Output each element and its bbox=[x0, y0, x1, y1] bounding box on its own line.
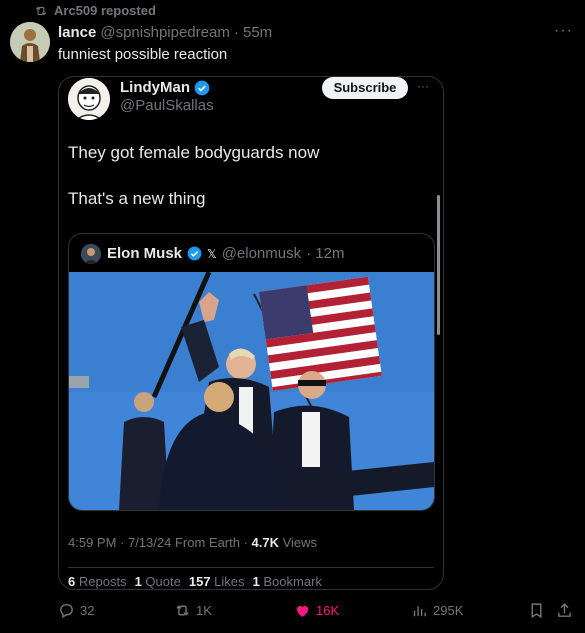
quoted-author-name[interactable]: LindyMan bbox=[120, 79, 210, 96]
reply-button[interactable]: 32 bbox=[58, 602, 94, 619]
like-button[interactable]: 16K bbox=[294, 602, 339, 619]
inner-post-time[interactable]: · 12m bbox=[306, 245, 344, 262]
stat-likes[interactable]: 157 Likes bbox=[189, 574, 245, 589]
timestamp-text: 4:59 PM · 7/13/24 From Earth · bbox=[68, 535, 252, 550]
inner-author-name[interactable]: Elon Musk bbox=[107, 245, 182, 262]
views-label: Views bbox=[279, 535, 318, 550]
post-author: lance @spnishpipedream · 55m bbox=[58, 24, 272, 41]
quoted-stats: 6 Reposts 1 Quote 157 Likes 1 Bookmark bbox=[68, 574, 322, 589]
verified-badge-icon bbox=[187, 246, 202, 261]
divider bbox=[68, 567, 434, 568]
bookmark-button[interactable] bbox=[528, 602, 545, 619]
inner-author-handle[interactable]: @elonmusk bbox=[222, 245, 301, 262]
quoted-author-handle[interactable]: @PaulSkallas bbox=[120, 97, 214, 114]
repost-icon bbox=[35, 6, 47, 15]
author-handle[interactable]: @spnishpipedream bbox=[100, 24, 229, 41]
quoted-name-text: LindyMan bbox=[120, 79, 190, 96]
quoted-text-line-1: They got female bodyguards now bbox=[68, 143, 320, 162]
inner-avatar[interactable] bbox=[81, 244, 101, 264]
like-count: 16K bbox=[316, 603, 340, 618]
quoted-more-icon[interactable]: ··· bbox=[417, 79, 429, 93]
share-button[interactable] bbox=[556, 602, 573, 619]
stat-quotes[interactable]: 1 Quote bbox=[135, 574, 181, 589]
reply-count: 32 bbox=[80, 603, 95, 618]
quoted-tweet-card[interactable]: LindyMan @PaulSkallas Subscribe ··· They… bbox=[58, 76, 444, 590]
avatar[interactable] bbox=[10, 22, 50, 62]
heart-icon bbox=[296, 605, 309, 617]
repost-button[interactable]: 1K bbox=[174, 602, 212, 619]
repost-indicator[interactable]: Arc509 reposted bbox=[34, 3, 156, 18]
quoted-timestamp: 4:59 PM · 7/13/24 From Earth · 4.7K View… bbox=[68, 535, 317, 550]
quoted-text-line-2: That's a new thing bbox=[68, 189, 206, 208]
post-time[interactable]: · 55m bbox=[234, 24, 272, 41]
bookmark-icon bbox=[531, 603, 542, 619]
stat-reposts[interactable]: 6 Reposts bbox=[68, 574, 127, 589]
post-text: funniest possible reaction bbox=[58, 46, 228, 63]
views-count-action: 295K bbox=[433, 603, 464, 618]
reply-icon bbox=[60, 604, 73, 619]
quoted-avatar[interactable] bbox=[68, 78, 110, 120]
author-name[interactable]: lance bbox=[58, 24, 96, 41]
news-photo[interactable] bbox=[69, 272, 434, 510]
action-bar: 32 1K 16K 295K bbox=[58, 602, 576, 620]
stat-bookmarks[interactable]: 1 Bookmark bbox=[253, 574, 322, 589]
views-button[interactable]: 295K bbox=[411, 602, 463, 619]
share-icon bbox=[558, 603, 571, 617]
subscribe-button[interactable]: Subscribe bbox=[322, 77, 408, 99]
repost-text: Arc509 reposted bbox=[54, 3, 156, 18]
repost-count: 1K bbox=[196, 603, 212, 618]
more-options-icon[interactable]: ··· bbox=[554, 22, 573, 40]
analytics-icon bbox=[413, 606, 426, 617]
repost-icon bbox=[176, 605, 189, 616]
inner-quoted-tweet[interactable]: Elon Musk 𝕏 @elonmusk · 12m bbox=[68, 233, 435, 511]
x-logo-icon: 𝕏 bbox=[207, 246, 217, 261]
verified-badge-icon bbox=[194, 80, 210, 95]
views-count: 4.7K bbox=[251, 535, 279, 550]
inner-author: Elon Musk 𝕏 @elonmusk · 12m bbox=[107, 245, 344, 262]
scrollbar[interactable] bbox=[437, 195, 440, 335]
